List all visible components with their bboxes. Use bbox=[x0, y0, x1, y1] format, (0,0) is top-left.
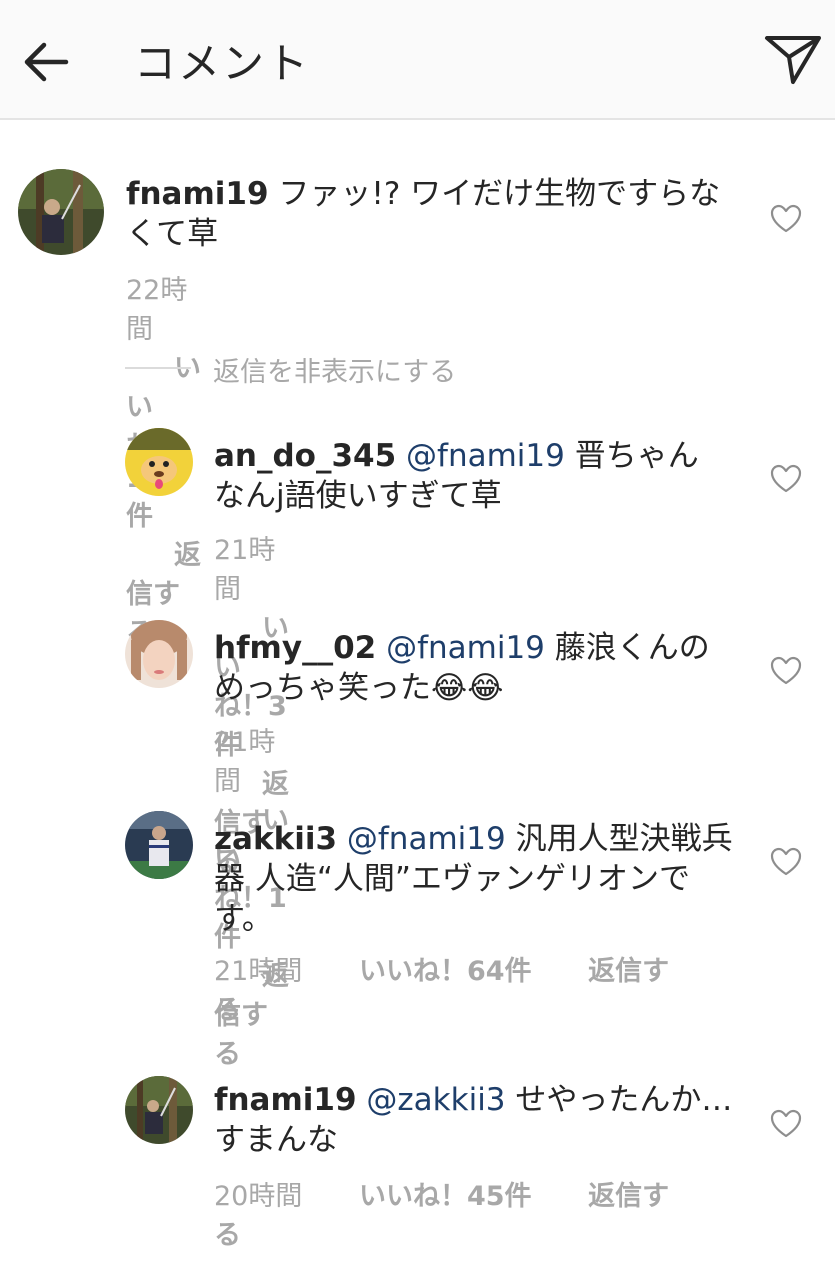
like-button[interactable] bbox=[770, 847, 802, 877]
share-button[interactable] bbox=[762, 32, 824, 88]
comment-username[interactable]: fnami19 bbox=[214, 1082, 357, 1118]
arrow-left-icon bbox=[24, 42, 69, 82]
heart-icon bbox=[770, 1109, 802, 1138]
header-bar: コメント bbox=[0, 0, 835, 120]
like-button[interactable] bbox=[770, 204, 802, 234]
hide-replies-label: 返信を非表示にする bbox=[213, 357, 457, 388]
avatar[interactable] bbox=[125, 1076, 193, 1144]
send-icon bbox=[765, 36, 821, 84]
divider bbox=[125, 367, 191, 369]
avatar[interactable] bbox=[125, 428, 193, 496]
likes-count[interactable]: いいね！45件 bbox=[359, 1181, 532, 1212]
heart-icon bbox=[770, 204, 802, 233]
mention-link[interactable]: @fnami19 bbox=[386, 630, 545, 666]
comment-time: 20時間 bbox=[214, 1181, 303, 1212]
mention-link[interactable]: @zakkii3 bbox=[366, 1082, 505, 1118]
mention-link[interactable]: @fnami19 bbox=[406, 438, 565, 474]
back-button[interactable] bbox=[18, 34, 74, 90]
likes-count[interactable]: いいね！64件 bbox=[359, 956, 532, 987]
comment-time: 21時間 bbox=[214, 956, 303, 987]
avatar[interactable] bbox=[125, 811, 193, 879]
avatar[interactable] bbox=[18, 169, 104, 255]
comment-username[interactable]: fnami19 bbox=[126, 176, 269, 212]
comment-time: 22時間 bbox=[126, 275, 188, 345]
comment-username[interactable]: zakkii3 bbox=[214, 821, 337, 857]
like-button[interactable] bbox=[770, 656, 802, 686]
heart-icon bbox=[770, 847, 802, 876]
like-button[interactable] bbox=[770, 464, 802, 494]
mention-link[interactable]: @fnami19 bbox=[347, 821, 506, 857]
comment-time: 21時間 bbox=[214, 535, 276, 605]
avatar[interactable] bbox=[125, 620, 193, 688]
comment-username[interactable]: an_do_345 bbox=[214, 438, 396, 474]
heart-icon bbox=[770, 656, 802, 685]
page-title: コメント bbox=[134, 39, 311, 88]
like-button[interactable] bbox=[770, 1109, 802, 1139]
heart-icon bbox=[770, 464, 802, 493]
comment-username[interactable]: hfmy__02 bbox=[214, 630, 376, 666]
comment-time: 21時間 bbox=[214, 727, 276, 797]
